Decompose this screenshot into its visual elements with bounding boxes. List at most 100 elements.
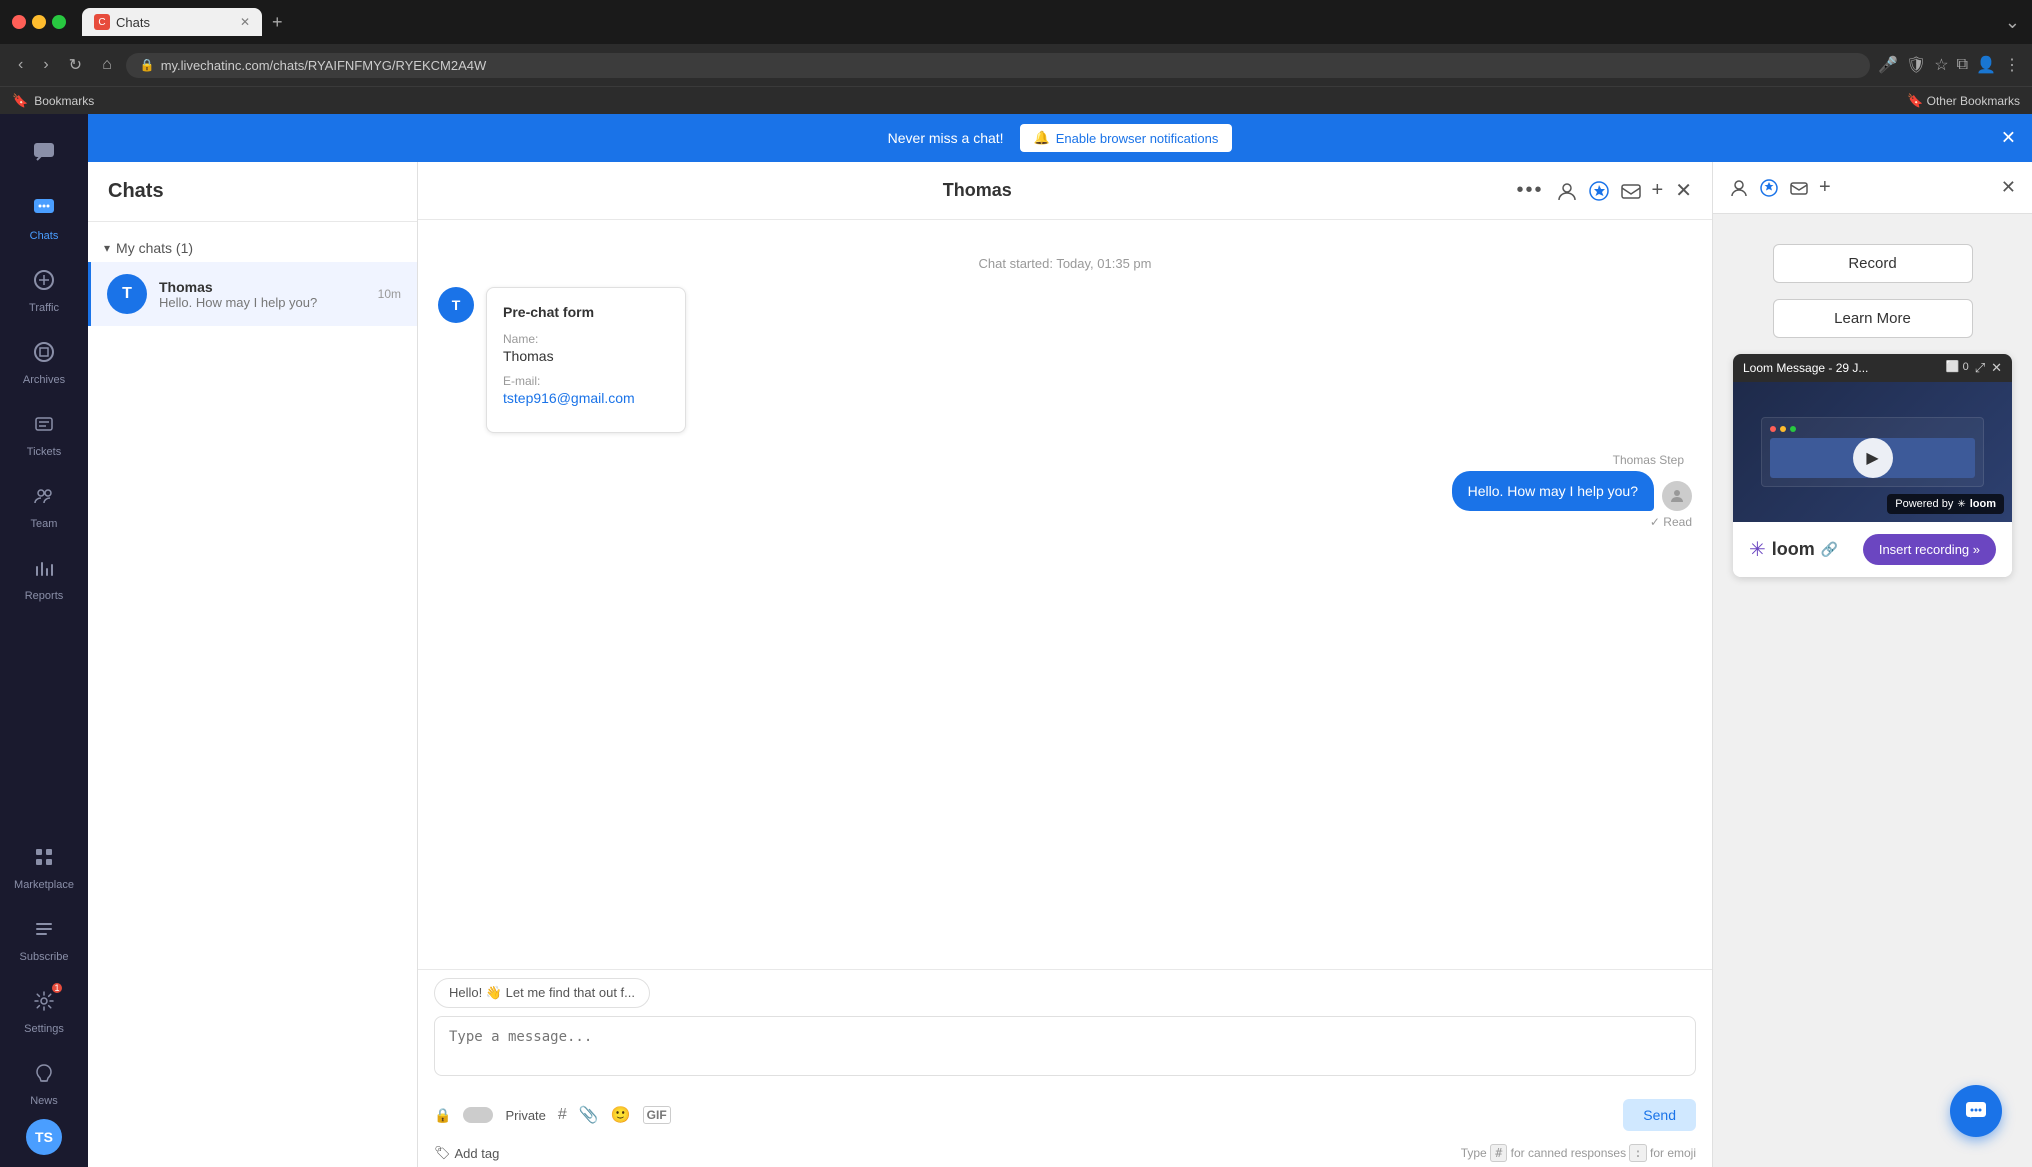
floating-chat-button[interactable] — [1950, 1085, 2002, 1137]
my-chats-section: ▾ My chats (1) T Thomas Hello. How may I… — [88, 222, 417, 338]
loom-panel-star-button[interactable] — [1759, 178, 1779, 198]
sidebar-item-team[interactable]: Team — [8, 470, 80, 538]
notification-banner: Never miss a chat! 🔔 Enable browser noti… — [88, 114, 2032, 162]
team-icon — [33, 485, 55, 507]
microphone-icon[interactable]: 🎤 — [1878, 55, 1898, 75]
pre-chat-form-card: Pre-chat form Name: Thomas E-mail: tstep… — [486, 287, 686, 433]
address-bar[interactable]: 🔒 my.livechatinc.com/chats/RYAIFNFMYG/RY… — [126, 53, 1870, 78]
chat-list-item[interactable]: T Thomas Hello. How may I help you? 10m — [88, 262, 417, 326]
url-text: my.livechatinc.com/chats/RYAIFNFMYG/RYEK… — [161, 58, 487, 73]
agent-avatar-small — [1662, 481, 1692, 511]
pre-chat-email-value[interactable]: tstep916@gmail.com — [503, 390, 669, 406]
chevron-down-icon: ▾ — [104, 241, 110, 255]
enable-notifications-button[interactable]: 🔔 Enable browser notifications — [1020, 124, 1233, 152]
loom-link-icon: 🔗 — [1821, 541, 1838, 558]
agent-message-wrapper: Thomas Step Hello. How may I help you? — [438, 453, 1692, 529]
loom-panel-actions: + — [1729, 176, 1831, 199]
bookmarks-label[interactable]: Bookmarks — [34, 94, 94, 108]
close-icon: ✕ — [2001, 128, 2016, 148]
sidebar-item-tickets[interactable]: Tickets — [8, 398, 80, 466]
sidebar-news-label: News — [30, 1095, 58, 1107]
new-tab-button[interactable]: + — [266, 10, 289, 35]
tab-label: Chats — [116, 15, 150, 30]
emoji-icon[interactable]: 🙂 — [611, 1105, 631, 1125]
multiwindow-icon[interactable]: ⧉ — [1957, 56, 1968, 74]
home-button[interactable]: ⌂ — [96, 52, 118, 78]
chat-messages: Chat started: Today, 01:35 pm T Pre-chat… — [418, 220, 1712, 969]
pre-chat-email-field: E-mail: tstep916@gmail.com — [503, 374, 669, 406]
chat-avatar: T — [107, 274, 147, 314]
browser-toolbar: ‹ › ↻ ⌂ 🔒 my.livechatinc.com/chats/RYAIF… — [0, 44, 2032, 86]
loom-panel-user-button[interactable] — [1729, 178, 1749, 198]
app-container: Chats Traffic Archives — [0, 114, 2032, 1167]
loom-video-title: Loom Message - 29 J... — [1743, 361, 1940, 375]
chat-info: Thomas Hello. How may I help you? — [159, 279, 366, 310]
loom-panel-add-button[interactable]: + — [1819, 176, 1831, 199]
chat-main-header: Thomas ••• — [418, 162, 1712, 220]
user-profile-button[interactable] — [1556, 179, 1578, 201]
keyboard-hints: Type # for canned responses : for emoji — [1461, 1146, 1696, 1160]
loom-panel-close-button[interactable]: ✕ — [2001, 177, 2016, 198]
sidebar-traffic-label: Traffic — [29, 302, 59, 314]
attachment-icon[interactable]: 📎 — [579, 1105, 599, 1125]
sidebar-item-marketplace[interactable]: Marketplace — [8, 831, 80, 899]
chat-main-title: Thomas — [438, 180, 1517, 201]
chat-header-more-button[interactable]: ••• — [1517, 179, 1544, 202]
shield-icon[interactable]: 🛡 — [1906, 55, 1926, 75]
loom-button[interactable] — [1588, 179, 1610, 201]
sidebar-avatar[interactable]: TS — [26, 1119, 62, 1155]
reload-button[interactable]: ↻ — [63, 51, 88, 79]
active-tab[interactable]: C Chats ✕ — [82, 8, 262, 36]
sidebar-item-reports[interactable]: Reports — [8, 542, 80, 610]
loom-brand: ✳ loom 🔗 — [1749, 537, 1838, 562]
star-icon[interactable]: ☆ — [1934, 55, 1948, 75]
message-status: ✓ Read — [1650, 515, 1692, 529]
my-chats-section-header[interactable]: ▾ My chats (1) — [88, 234, 417, 262]
browser-more-icon[interactable]: ⌄ — [2005, 12, 2020, 33]
notification-text: Never miss a chat! — [888, 130, 1004, 146]
visitor-avatar: T — [438, 287, 474, 323]
loom-play-button[interactable]: ▶ — [1853, 438, 1893, 478]
private-label: Private — [505, 1108, 545, 1123]
send-button[interactable]: Send — [1623, 1099, 1696, 1131]
sidebar-item-settings[interactable]: 1 Settings — [8, 975, 80, 1043]
gif-icon[interactable]: GIF — [643, 1106, 671, 1124]
tab-close-icon[interactable]: ✕ — [240, 15, 250, 29]
close-chat-button[interactable]: ✕ — [1675, 178, 1692, 203]
sidebar-item-chat-icon[interactable] — [8, 126, 80, 178]
agent-person-icon — [1669, 488, 1685, 504]
insert-recording-button[interactable]: Insert recording » — [1863, 534, 1996, 565]
add-tag-button[interactable]: 🏷 Add tag — [434, 1145, 499, 1161]
sidebar-item-news[interactable]: News — [8, 1047, 80, 1115]
close-dot[interactable] — [12, 15, 26, 29]
minimize-dot[interactable] — [32, 15, 46, 29]
add-button[interactable]: + — [1652, 179, 1664, 202]
back-button[interactable]: ‹ — [12, 52, 29, 78]
loom-panel-email-button[interactable] — [1789, 178, 1809, 198]
notification-close-button[interactable]: ✕ — [2001, 128, 2016, 149]
maximize-dot[interactable] — [52, 15, 66, 29]
sidebar-item-chats[interactable]: Chats — [8, 182, 80, 250]
private-toggle[interactable] — [463, 1107, 493, 1123]
menu-icon[interactable]: ⋮ — [2004, 55, 2020, 75]
sidebar-item-subscribe[interactable]: Subscribe — [8, 903, 80, 971]
other-bookmarks-label[interactable]: 🔖 Other Bookmarks — [1907, 93, 2020, 109]
email-button[interactable] — [1620, 179, 1642, 201]
loom-video-close-icon[interactable]: ✕ — [1991, 360, 2002, 376]
loom-star-icon — [1759, 178, 1779, 198]
record-button[interactable]: Record — [1773, 244, 1973, 283]
user-profile-icon[interactable]: 👤 — [1976, 55, 1996, 75]
chat-bubble-icon — [32, 140, 56, 164]
loom-video-thumbnail[interactable]: ▶ Powered by ✳ loom — [1733, 382, 2012, 522]
message-input[interactable] — [434, 1016, 1696, 1076]
pre-chat-email-label: E-mail: — [503, 374, 669, 388]
sidebar-item-archives[interactable]: Archives — [8, 326, 80, 394]
forward-button[interactable]: › — [37, 52, 54, 78]
chat-list-panel: Chats ▾ My chats (1) T Thomas Hello. How… — [88, 162, 418, 1167]
hashtag-icon[interactable]: # — [558, 1106, 567, 1124]
sidebar-chats-label: Chats — [30, 230, 59, 242]
sidebar-item-traffic[interactable]: Traffic — [8, 254, 80, 322]
loom-video-external-icon[interactable]: ⤢ — [1975, 360, 1985, 376]
quick-reply-button[interactable]: Hello! 👋 Let me find that out f... — [434, 978, 650, 1008]
learn-more-button[interactable]: Learn More — [1773, 299, 1973, 338]
